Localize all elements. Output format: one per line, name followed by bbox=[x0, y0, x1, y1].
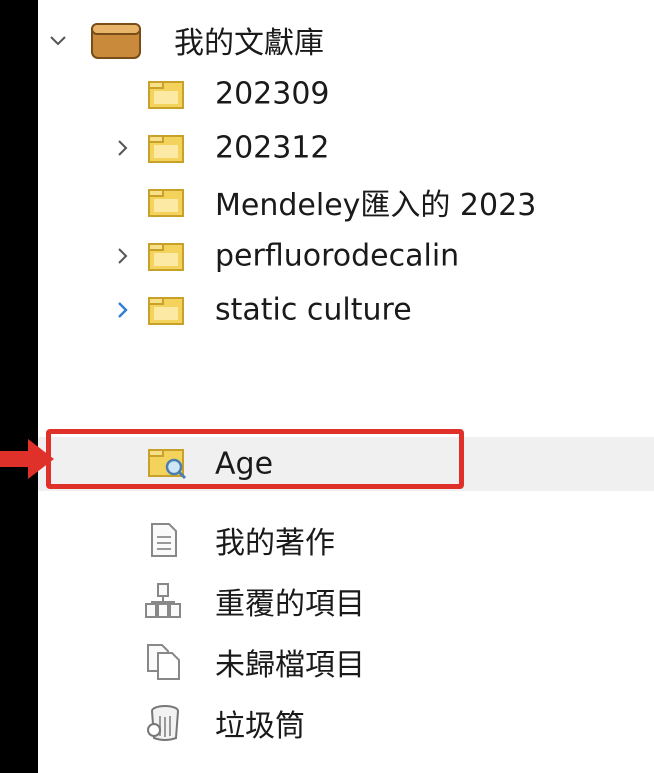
tree-root-my-library[interactable]: 我的文獻庫 bbox=[38, 13, 654, 67]
tree-item-label: Mendeley匯入的 2023 bbox=[215, 188, 537, 223]
tree-item-perfluorodecalin[interactable]: perfluorodecalin bbox=[38, 229, 654, 283]
folder-icon bbox=[148, 189, 184, 217]
tree-item-label: perfluorodecalin bbox=[215, 238, 460, 274]
tree-item-trash[interactable]: 垃圾筒 bbox=[38, 696, 654, 750]
annotation-highlight-box bbox=[46, 429, 464, 489]
document-icon bbox=[151, 523, 177, 557]
tree-item-label: 重覆的項目 bbox=[215, 587, 365, 622]
tree-item-mendeley-import[interactable]: Mendeley匯入的 2023 bbox=[38, 175, 654, 229]
unfiled-items-icon bbox=[147, 644, 180, 680]
folder-icon bbox=[148, 135, 184, 163]
tree-item-202312[interactable]: 202312 bbox=[38, 121, 654, 175]
chevron-right-icon[interactable] bbox=[112, 138, 132, 158]
tree-item-label: 202312 bbox=[215, 130, 330, 166]
library-icon bbox=[91, 23, 141, 59]
folder-icon bbox=[148, 81, 184, 109]
tree-item-label: 我的著作 bbox=[215, 526, 335, 561]
folder-icon bbox=[148, 297, 184, 325]
tree-root-label: 我的文獻庫 bbox=[174, 26, 324, 61]
folder-icon bbox=[148, 243, 184, 271]
duplicate-items-icon bbox=[145, 583, 181, 618]
tree-item-duplicate-items[interactable]: 重覆的項目 bbox=[38, 574, 654, 628]
tree-item-label: 未歸檔項目 bbox=[215, 648, 365, 683]
trash-icon bbox=[147, 705, 179, 741]
tree-item-unfiled-items[interactable]: 未歸檔項目 bbox=[38, 635, 654, 689]
collection-tree: 我的文獻庫 202309 202312 Mendeley匯入的 2023 per… bbox=[38, 0, 654, 773]
chevron-right-icon[interactable] bbox=[112, 246, 132, 266]
chevron-down-icon[interactable] bbox=[48, 30, 68, 50]
annotation-arrow-icon bbox=[0, 439, 54, 479]
tree-item-202309[interactable]: 202309 bbox=[38, 67, 654, 121]
tree-item-label: static culture bbox=[215, 292, 412, 328]
tree-item-label: 202309 bbox=[215, 76, 330, 112]
tree-item-label: 垃圾筒 bbox=[215, 709, 305, 744]
tree-item-static-culture[interactable]: static culture bbox=[38, 283, 654, 337]
chevron-right-icon[interactable] bbox=[112, 300, 132, 320]
tree-item-my-publications[interactable]: 我的著作 bbox=[38, 513, 654, 567]
